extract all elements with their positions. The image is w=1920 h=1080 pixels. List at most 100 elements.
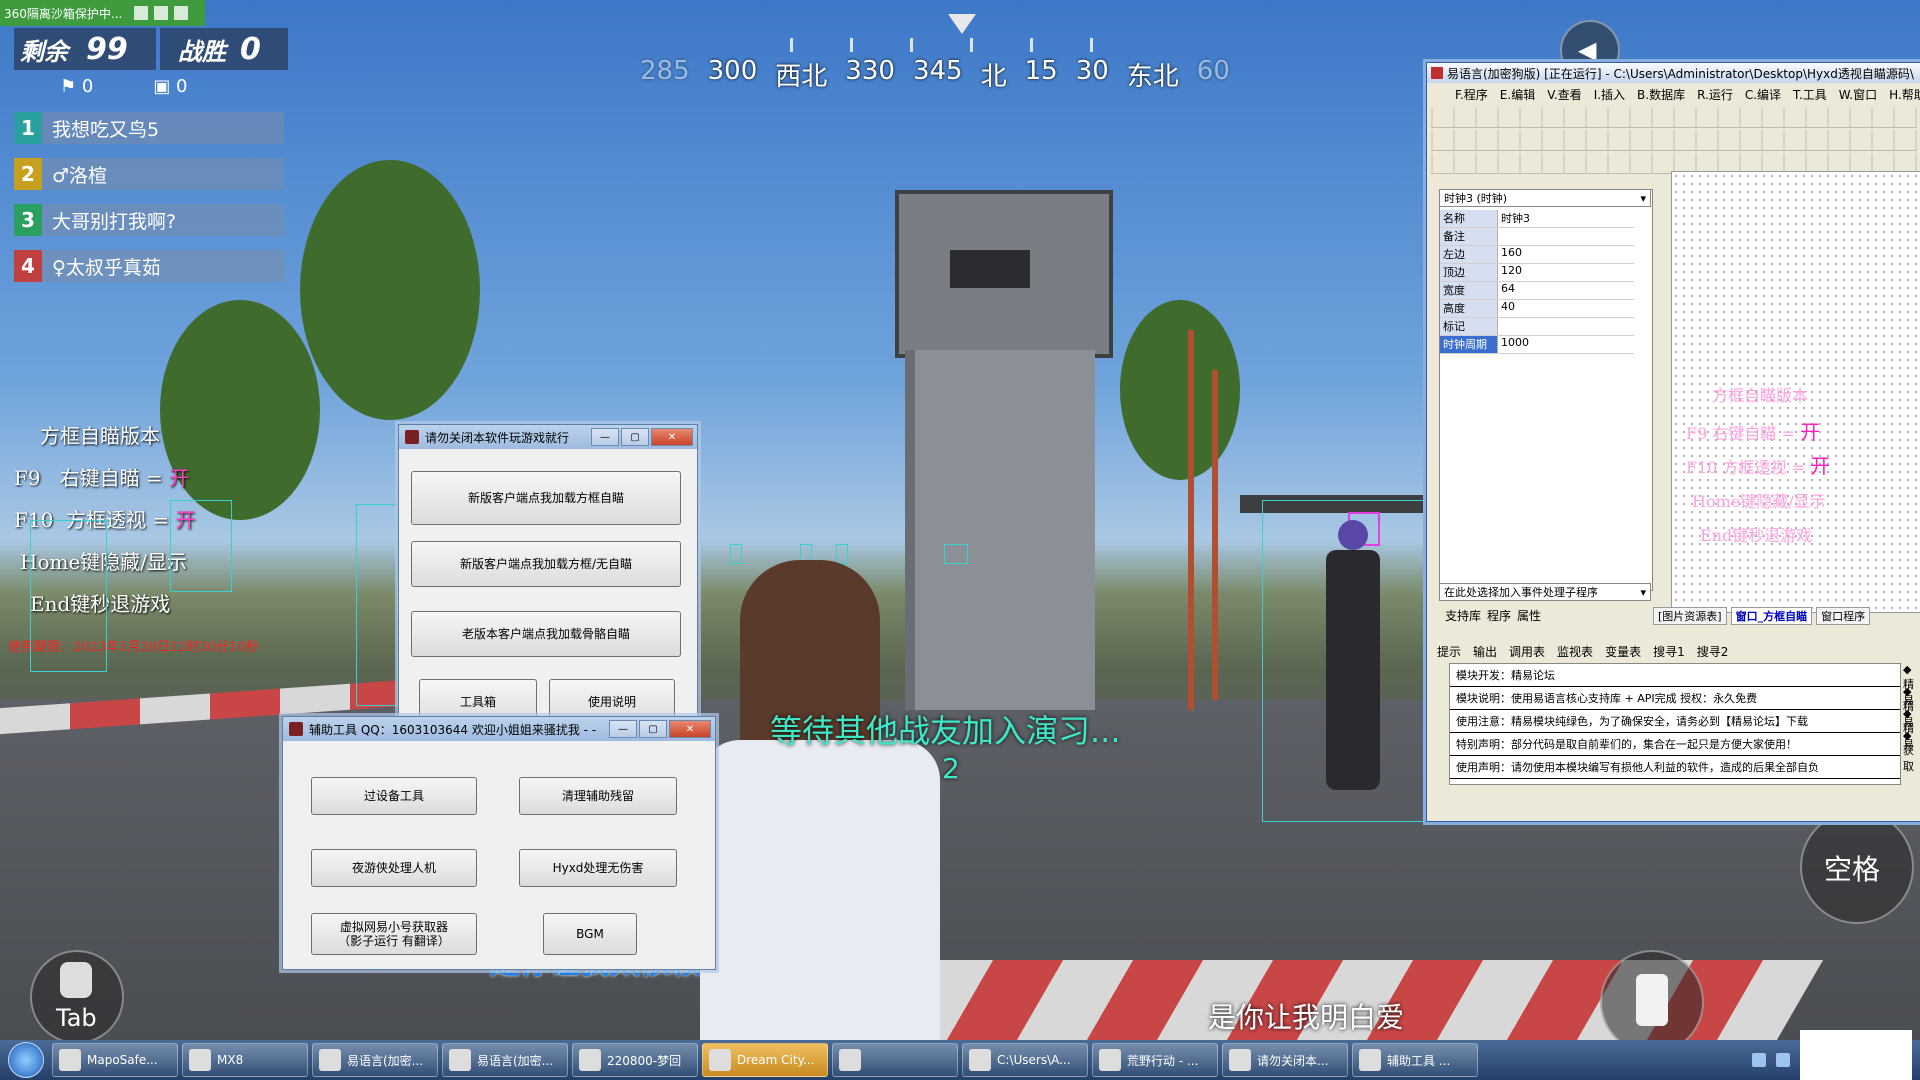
ide-menu-item[interactable]: C.编译 bbox=[1745, 86, 1781, 103]
component-select[interactable]: 时钟3 (时钟) ▾ bbox=[1439, 189, 1651, 207]
ide-menu-item[interactable]: B.数据库 bbox=[1637, 86, 1685, 103]
clean-residue-button[interactable]: 清理辅助残留 bbox=[519, 777, 677, 815]
start-button[interactable] bbox=[0, 1040, 52, 1080]
taskbar-item[interactable]: 易语言(加密... bbox=[312, 1043, 438, 1077]
taskbar-item[interactable] bbox=[832, 1043, 958, 1077]
property-row[interactable]: 宽度 64 bbox=[1440, 282, 1634, 300]
sandbox-indicator[interactable]: 360隔离沙箱保护中... bbox=[0, 0, 205, 26]
ide-menu-item[interactable]: V.查看 bbox=[1547, 86, 1581, 103]
property-value[interactable] bbox=[1498, 318, 1634, 335]
ide-menu-item[interactable]: F.程序 bbox=[1455, 86, 1488, 103]
ide-menu-item[interactable]: W.窗口 bbox=[1839, 86, 1877, 103]
helper-titlebar[interactable]: 辅助工具 QQ：1603103644 欢迎小姐姐来骚扰我 - - — ▢ ✕ bbox=[283, 717, 715, 741]
design-canvas[interactable]: 方框自瞄版本 F9 右键自瞄 = 开 F10 方框透视 = 开 Home键隐藏/… bbox=[1671, 171, 1920, 613]
property-row[interactable]: 标记 bbox=[1440, 318, 1634, 336]
tray-icon[interactable] bbox=[1752, 1053, 1766, 1067]
tab-support-lib[interactable]: 支持库 bbox=[1445, 607, 1481, 624]
space-button[interactable]: 空格 bbox=[1800, 810, 1914, 924]
close-icon[interactable]: ✕ bbox=[651, 428, 693, 446]
taskbar-item[interactable]: 辅助工具 ... bbox=[1352, 1043, 1478, 1077]
taskbar-item[interactable]: C:\Users\A... bbox=[962, 1043, 1088, 1077]
taskbar-item[interactable]: 易语言(加密... bbox=[442, 1043, 568, 1077]
output-tab[interactable]: 监视表 bbox=[1557, 643, 1593, 660]
property-value[interactable]: 1000 bbox=[1498, 336, 1634, 353]
ide-window[interactable]: 易语言(加密狗版) [正在运行] - C:\Users\Administrato… bbox=[1426, 62, 1920, 822]
tab-button[interactable]: Tab bbox=[30, 950, 124, 1044]
ide-menu-item[interactable]: E.编辑 bbox=[1500, 86, 1535, 103]
tab-program[interactable]: 程序 bbox=[1487, 607, 1511, 624]
event-select[interactable]: 在此处选择加入事件处理子程序 ▾ bbox=[1439, 583, 1651, 601]
loader-window[interactable]: 请勿关闭本软件玩游戏就行 — ▢ ✕ 新版客户端点我加载方框自瞄 新版客户端点我… bbox=[398, 424, 698, 736]
chevron-down-icon: ▾ bbox=[1640, 191, 1646, 205]
helper-window[interactable]: 辅助工具 QQ：1603103644 欢迎小姐姐来骚扰我 - - — ▢ ✕ 过… bbox=[282, 716, 716, 970]
sandbox-pin-icon[interactable] bbox=[174, 6, 189, 20]
property-row[interactable]: 名称 时钟3 bbox=[1440, 210, 1634, 228]
app-icon bbox=[1099, 1049, 1121, 1071]
taskbar-item-label: C:\Users\A... bbox=[997, 1053, 1071, 1067]
property-row[interactable]: 时钟周期 1000 bbox=[1440, 336, 1634, 354]
maximize-icon[interactable]: ▢ bbox=[639, 720, 667, 738]
sandbox-tool-icon[interactable] bbox=[134, 6, 149, 20]
property-value[interactable]: 40 bbox=[1498, 300, 1634, 317]
minimize-icon[interactable]: — bbox=[591, 428, 619, 446]
tab-image-resources[interactable]: [图片资源表] bbox=[1653, 607, 1727, 625]
no-damage-button[interactable]: Hyxd处理无伤害 bbox=[519, 849, 677, 887]
compass-marker bbox=[948, 14, 976, 34]
team-member-number: 3 bbox=[14, 204, 42, 236]
output-tab[interactable]: 搜寻2 bbox=[1697, 643, 1729, 660]
stat-b-value: 0 bbox=[176, 76, 188, 97]
bgm-button[interactable]: BGM bbox=[543, 913, 637, 955]
taskbar-item[interactable]: MX8 bbox=[182, 1043, 308, 1077]
taskbar-item[interactable]: MapoSafe... bbox=[52, 1043, 178, 1077]
stat-counts: ⚑ 0 ▣ 0 bbox=[60, 76, 188, 97]
device-tool-button[interactable]: 过设备工具 bbox=[311, 777, 477, 815]
property-value[interactable]: 64 bbox=[1498, 282, 1634, 299]
crouch-button[interactable] bbox=[1600, 950, 1704, 1054]
sandbox-folder-icon[interactable] bbox=[154, 6, 169, 20]
load-bone-aim-button[interactable]: 老版本客户端点我加载骨骼自瞄 bbox=[411, 611, 681, 657]
maximize-icon[interactable]: ▢ bbox=[621, 428, 649, 446]
bot-handler-button[interactable]: 夜游侠处理人机 bbox=[311, 849, 477, 887]
team-member-row: 2 ♂洛楦 bbox=[14, 158, 284, 190]
kills-count: 0 bbox=[240, 31, 261, 67]
ide-titlebar[interactable]: 易语言(加密狗版) [正在运行] - C:\Users\Administrato… bbox=[1427, 63, 1920, 83]
loader-titlebar[interactable]: 请勿关闭本软件玩游戏就行 — ▢ ✕ bbox=[399, 425, 697, 449]
ide-toolbar[interactable] bbox=[1431, 130, 1917, 151]
property-row[interactable]: 顶边 120 bbox=[1440, 264, 1634, 282]
property-row[interactable]: 备注 bbox=[1440, 228, 1634, 246]
tab-properties[interactable]: 属性 bbox=[1517, 607, 1541, 624]
output-tab[interactable]: 输出 bbox=[1473, 643, 1497, 660]
ide-menu-item[interactable]: I.插入 bbox=[1594, 86, 1625, 103]
taskbar-item[interactable]: 荒野行动 - ... bbox=[1092, 1043, 1218, 1077]
taskbar-item[interactable]: Dream City... bbox=[702, 1043, 828, 1077]
output-tab[interactable]: 变量表 bbox=[1605, 643, 1641, 660]
tab-window-program[interactable]: 窗口程序 bbox=[1816, 607, 1871, 625]
message-list: 模块开发：精易论坛 模块说明：使用易语言核心支持库 + API完成 授权：永久免费… bbox=[1449, 663, 1901, 785]
ide-app-icon bbox=[1431, 67, 1443, 79]
output-tab[interactable]: 调用表 bbox=[1509, 643, 1545, 660]
minimize-icon[interactable]: — bbox=[609, 720, 637, 738]
output-tab[interactable]: 提示 bbox=[1437, 643, 1461, 660]
property-value[interactable]: 时钟3 bbox=[1498, 210, 1634, 227]
close-icon[interactable]: ✕ bbox=[669, 720, 711, 738]
property-value[interactable]: 120 bbox=[1498, 264, 1634, 281]
account-fetcher-button[interactable]: 虚拟网易小号获取器 （影子运行 有翻译） bbox=[311, 913, 477, 955]
property-value[interactable]: 160 bbox=[1498, 246, 1634, 263]
tab-window-box-aim[interactable]: 窗口_方框自瞄 bbox=[1730, 607, 1813, 625]
property-row[interactable]: 高度 40 bbox=[1440, 300, 1634, 318]
output-tab[interactable]: 搜寻1 bbox=[1653, 643, 1685, 660]
ide-menu-item[interactable]: R.运行 bbox=[1697, 86, 1733, 103]
ide-toolbar[interactable] bbox=[1431, 107, 1917, 128]
load-box-noaim-button[interactable]: 新版客户端点我加载方框/无自瞄 bbox=[411, 541, 681, 587]
property-row[interactable]: 左边 160 bbox=[1440, 246, 1634, 264]
tray-icon[interactable] bbox=[1776, 1053, 1790, 1067]
ide-menu-item[interactable]: H.帮助 bbox=[1889, 86, 1920, 103]
overlay-f9-state: 开 bbox=[169, 466, 190, 490]
property-value[interactable] bbox=[1498, 228, 1634, 245]
ide-menu-item[interactable]: T.工具 bbox=[1793, 86, 1827, 103]
property-panel: 名称 时钟3 备注 左边 160 顶边 120 宽度 64 高度 40 标记 时钟周期 1000 bbox=[1439, 189, 1653, 591]
taskbar-item[interactable]: 220800-梦回 bbox=[572, 1043, 698, 1077]
load-box-aim-button[interactable]: 新版客户端点我加载方框自瞄 bbox=[411, 471, 681, 525]
taskbar-item[interactable]: 请勿关闭本... bbox=[1222, 1043, 1348, 1077]
property-key: 备注 bbox=[1440, 228, 1498, 245]
